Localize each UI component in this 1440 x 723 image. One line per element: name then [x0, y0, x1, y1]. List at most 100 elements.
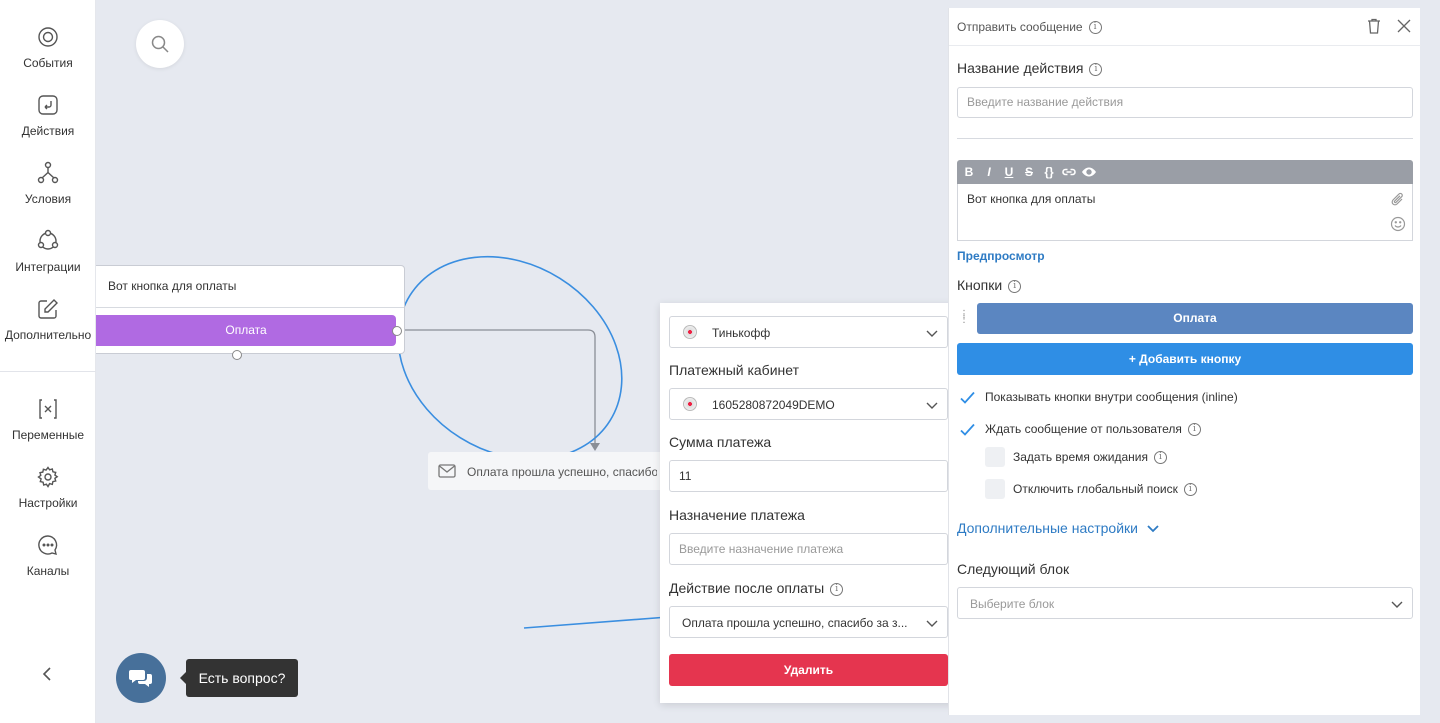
- sidebar-item-variables[interactable]: Переменные: [0, 397, 96, 442]
- sidebar-item-actions[interactable]: Действия: [0, 93, 96, 138]
- amount-input[interactable]: 11: [669, 460, 948, 492]
- chevron-down-icon: [926, 330, 938, 337]
- chat-bubbles-icon: [129, 670, 152, 687]
- search-icon: [151, 35, 169, 53]
- action-name-input[interactable]: Введите название действия: [957, 87, 1413, 118]
- cabinet-value: 1605280872049DEMO: [712, 398, 835, 412]
- delete-button[interactable]: Удалить: [669, 654, 948, 686]
- checkbox-label: Задать время ожидания i: [1013, 450, 1167, 465]
- checkbox-label: Отключить глобальный поиск i: [1013, 482, 1197, 497]
- close-icon[interactable]: [1397, 19, 1411, 33]
- help-tooltip: Есть вопрос?: [180, 659, 298, 697]
- chevron-down-icon: [926, 402, 938, 409]
- checkbox-wait-time[interactable]: [985, 447, 1005, 467]
- tinkoff-logo-icon: [683, 325, 697, 339]
- panel-header: Отправить сообщение i: [949, 8, 1421, 46]
- purpose-label: Назначение платежа: [669, 507, 805, 523]
- gear-icon: [37, 466, 59, 488]
- checkbox-global-search[interactable]: [985, 479, 1005, 499]
- payment-settings-popup: Тинькофф Платежный кабинет 1605280872049…: [660, 303, 958, 703]
- sidebar-item-conditions[interactable]: Условия: [0, 161, 96, 206]
- action-name-label: Название действия i: [957, 60, 1103, 76]
- eye-icon[interactable]: [1081, 164, 1097, 180]
- chevron-down-icon: [926, 620, 938, 627]
- provider-value: Тинькофф: [712, 326, 771, 340]
- bottom-port[interactable]: [232, 350, 242, 360]
- divider: [957, 138, 1413, 139]
- info-icon[interactable]: i: [1089, 62, 1103, 76]
- sidebar-item-label: Каналы: [26, 564, 70, 578]
- variables-icon: [39, 399, 57, 419]
- info-icon[interactable]: i: [1154, 451, 1167, 465]
- after-payment-value: Оплата прошла успешно, спасибо за з...: [682, 616, 908, 630]
- cabinet-label: Платежный кабинет: [669, 362, 799, 378]
- info-icon[interactable]: i: [1187, 423, 1201, 437]
- chevron-left-icon[interactable]: [38, 664, 58, 684]
- editor-toolbar: B I U S {}: [957, 160, 1413, 184]
- cabinet-select[interactable]: 1605280872049DEMO: [669, 388, 948, 420]
- advanced-settings-link[interactable]: Дополнительные настройки: [957, 520, 1160, 536]
- events-icon: [38, 27, 58, 47]
- chat-icon: [38, 535, 58, 555]
- panel-title: Отправить сообщение i: [957, 20, 1102, 35]
- checkbox-label: Ждать сообщение от пользователя i: [985, 422, 1201, 437]
- underline-button[interactable]: U: [1001, 164, 1017, 180]
- add-button[interactable]: + Добавить кнопку: [957, 343, 1413, 375]
- node-payment-button[interactable]: Оплата: [96, 315, 396, 346]
- sidebar-item-label: Условия: [24, 192, 72, 206]
- message-node[interactable]: Вот кнопка для оплаты Оплата: [96, 265, 405, 360]
- output-port[interactable]: [392, 326, 402, 336]
- next-block-label: Следующий блок: [957, 561, 1070, 577]
- link-icon[interactable]: [1061, 164, 1077, 180]
- payment-button-item[interactable]: Оплата: [977, 303, 1413, 334]
- advanced-settings-text: Дополнительные настройки: [957, 520, 1138, 536]
- paperclip-icon[interactable]: [1390, 192, 1406, 208]
- message-editor[interactable]: Вот кнопка для оплаты: [957, 184, 1413, 241]
- info-icon[interactable]: i: [1183, 483, 1197, 497]
- sidebar-item-label: Действия: [21, 124, 75, 138]
- strike-button[interactable]: S: [1021, 164, 1037, 180]
- sidebar-item-settings[interactable]: Настройки: [0, 465, 96, 510]
- next-block-placeholder: Выберите блок: [970, 597, 1055, 611]
- next-block-select[interactable]: Выберите блок: [957, 587, 1413, 619]
- drag-handle-icon[interactable]: ⋮ ⋮: [959, 310, 970, 325]
- info-icon[interactable]: i: [1088, 21, 1102, 35]
- chevron-down-icon: [1147, 525, 1159, 533]
- tinkoff-logo-icon: [683, 397, 697, 411]
- sidebar-item-channels[interactable]: Каналы: [0, 533, 96, 578]
- info-icon[interactable]: i: [830, 582, 844, 596]
- amount-label: Сумма платежа: [669, 434, 772, 450]
- emoji-icon[interactable]: [1390, 216, 1406, 232]
- sidebar: События Действия Условия Интеграции Допо…: [0, 0, 96, 723]
- sidebar-item-integrations[interactable]: Интеграции: [0, 229, 96, 274]
- preview-link[interactable]: Предпросмотр: [957, 249, 1045, 263]
- help-chat-button[interactable]: [116, 653, 166, 703]
- italic-button[interactable]: I: [981, 164, 997, 180]
- buttons-label: Кнопки i: [957, 277, 1022, 293]
- sidebar-item-label: Переменные: [11, 428, 85, 442]
- sidebar-item-label: События: [23, 56, 73, 70]
- trash-icon[interactable]: [1367, 18, 1381, 34]
- checkbox-inline[interactable]: [958, 388, 978, 408]
- success-message-node[interactable]: Оплата прошла успешно, спасибо: [428, 452, 668, 490]
- panel-title-text: Отправить сообщение: [957, 20, 1083, 34]
- sidebar-item-additional[interactable]: Дополнительно: [0, 297, 96, 342]
- conditions-icon: [37, 161, 59, 184]
- search-button[interactable]: [136, 20, 184, 68]
- node-text: Вот кнопка для оплаты: [108, 279, 237, 293]
- sidebar-item-label: Интеграции: [15, 260, 81, 274]
- actions-icon: [38, 95, 58, 115]
- success-message-text: Оплата прошла успешно, спасибо: [467, 465, 657, 479]
- sidebar-divider: [0, 371, 96, 372]
- after-payment-select[interactable]: Оплата прошла успешно, спасибо за з...: [669, 606, 948, 638]
- bold-button[interactable]: B: [961, 164, 977, 180]
- info-icon[interactable]: i: [1008, 279, 1022, 293]
- provider-select[interactable]: Тинькофф: [669, 316, 948, 348]
- sidebar-item-label: Настройки: [18, 496, 78, 510]
- purpose-input[interactable]: Введите назначение платежа: [669, 533, 948, 565]
- checkbox-wait-message[interactable]: [958, 420, 978, 440]
- after-payment-label-text: Действие после оплаты: [669, 580, 825, 596]
- code-button[interactable]: {}: [1041, 164, 1057, 180]
- checkbox-label-text: Ждать сообщение от пользователя: [985, 422, 1182, 436]
- sidebar-item-events[interactable]: События: [0, 25, 96, 70]
